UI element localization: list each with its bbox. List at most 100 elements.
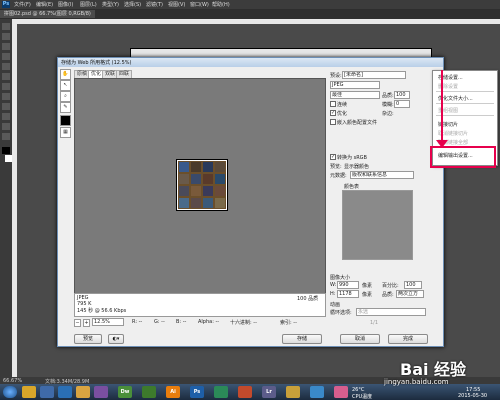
move-tool-icon[interactable] [2, 23, 10, 30]
width-input[interactable]: 990 [337, 281, 359, 289]
loop-select[interactable]: 永远 [356, 308, 426, 316]
zoom-tool-icon[interactable] [2, 133, 10, 140]
browser-select[interactable]: ◐▾ [108, 334, 124, 344]
thumbnail-tile [202, 173, 214, 185]
crop-tool-icon[interactable] [2, 53, 10, 60]
preset-label: 预设: [330, 73, 342, 79]
save-button[interactable]: 存储 [282, 334, 322, 344]
app-icon[interactable] [334, 386, 348, 398]
eyedropper-tool-icon[interactable]: ✎ [60, 102, 71, 113]
view-tabs: 原稿 优化 双联 四联 [74, 70, 324, 79]
menu-image[interactable]: 图像(I) [58, 1, 73, 8]
width-unit: 像素 [362, 283, 373, 289]
dialog-tools: ✋ ↖ ⌕ ✎ ▦ [60, 69, 71, 138]
start-button[interactable] [3, 386, 17, 398]
app-icon[interactable] [310, 386, 324, 398]
qq-icon[interactable] [22, 386, 36, 398]
dreamweaver-icon[interactable]: Dw [118, 386, 132, 398]
menu-help[interactable]: 帮助(H) [212, 1, 230, 8]
frame-counter: 1/1 [370, 320, 379, 326]
stamp-tool-icon[interactable] [2, 73, 10, 80]
thumbnail-tile [178, 173, 190, 185]
height-input[interactable]: 1178 [337, 290, 359, 298]
app-icon[interactable] [214, 386, 228, 398]
embed-profile-checkbox[interactable] [330, 119, 336, 125]
quality-input[interactable]: 100 [394, 91, 410, 99]
menu-edit[interactable]: 编辑(E) [36, 1, 53, 8]
height-label: H: [330, 291, 336, 297]
menu-window[interactable]: 窗口(W) [190, 1, 209, 8]
type-tool-icon[interactable] [2, 113, 10, 120]
preview-thumbnail [176, 159, 228, 211]
brush-tool-icon[interactable] [2, 63, 10, 70]
illustrator-icon[interactable]: Ai [166, 386, 180, 398]
dialog-titlebar[interactable]: 存储为 Web 所用格式 (12.5%) [58, 58, 443, 67]
quality-mode-select[interactable]: 最佳 [330, 91, 380, 99]
readout-index: 索引: -- [280, 320, 297, 326]
preview-button[interactable]: 预览 [74, 334, 102, 344]
foreground-color-swatch[interactable] [2, 147, 10, 154]
color-table[interactable] [342, 190, 413, 260]
progressive-checkbox[interactable] [330, 101, 336, 107]
hand-tool-icon[interactable] [2, 123, 10, 130]
menu-type[interactable]: 类型(Y) [102, 1, 119, 8]
slice-select-tool-icon[interactable]: ↖ [60, 80, 71, 91]
eyedropper-color-swatch[interactable] [60, 115, 71, 126]
app-icon[interactable] [286, 386, 300, 398]
progressive-label: 连续 [337, 102, 348, 108]
eraser-tool-icon[interactable] [2, 83, 10, 90]
thumbnail-tile [190, 161, 202, 173]
optimized-label: 优化 [337, 111, 348, 117]
folder-icon[interactable] [76, 386, 90, 398]
info-download-time: 145 秒 @ 56.6 Kbps [77, 308, 127, 314]
height-unit: 像素 [362, 292, 373, 298]
pen-tool-icon[interactable] [2, 103, 10, 110]
cancel-button[interactable]: 取消 [340, 334, 380, 344]
percent-input[interactable]: 100 [404, 281, 422, 289]
menu-layer[interactable]: 图层(L) [80, 1, 97, 8]
readout-g: G: -- [154, 319, 165, 325]
lightroom-icon[interactable]: Lr [262, 386, 276, 398]
preview-mode-value[interactable]: 显示器颜色 [344, 163, 369, 170]
convert-srgb-checkbox[interactable]: ✓ [330, 154, 336, 160]
menu-file[interactable]: 文件(F) [14, 1, 31, 8]
document-tab[interactable]: 拼图02.psd @ 66.7%(图层 0,RGB/8) [0, 10, 95, 18]
zoom-tool-icon[interactable]: ⌕ [60, 91, 71, 102]
zoom-select[interactable]: 12.5% [92, 318, 124, 326]
color-table-label: 颜色表 [344, 184, 360, 190]
browser-icon[interactable] [40, 386, 54, 398]
menu-filter[interactable]: 滤镜(T) [146, 1, 163, 8]
menu-select[interactable]: 选择(S) [124, 1, 141, 8]
gradient-tool-icon[interactable] [2, 93, 10, 100]
resample-select[interactable]: 两次立方 [396, 290, 424, 298]
thumbnail-tile [178, 161, 190, 173]
readout-b: B: -- [176, 319, 187, 325]
thumbnail-tile [214, 173, 226, 185]
format-select[interactable]: JPEG [330, 81, 380, 89]
readout-alpha: Alpha: -- [198, 319, 220, 325]
toggle-slices-icon[interactable]: ▦ [60, 127, 71, 138]
menu-view[interactable]: 视图(V) [168, 1, 185, 8]
photoshop-icon[interactable]: Ps [190, 386, 204, 398]
thumbnail-tile [178, 197, 190, 209]
menu-item-optimize-size[interactable]: 优化文件大小... [438, 95, 473, 102]
player-icon[interactable] [94, 386, 108, 398]
ie-icon[interactable] [58, 386, 72, 398]
optimized-checkbox[interactable]: ✓ [330, 110, 336, 116]
dialog-title: 存储为 Web 所用格式 (12.5%) [61, 60, 132, 66]
preset-select[interactable]: [未命名] [342, 71, 406, 79]
app-icon[interactable] [238, 386, 252, 398]
convert-srgb-label: 转换为 sRGB [337, 155, 367, 161]
app-icon[interactable] [142, 386, 156, 398]
watermark-text: Bai 经验 [400, 360, 467, 379]
hand-tool-icon[interactable]: ✋ [60, 69, 71, 80]
metadata-select[interactable]: 版权和联系信息 [350, 171, 414, 179]
zoom-out-icon[interactable]: − [74, 319, 81, 327]
preview-area[interactable] [74, 78, 326, 294]
marquee-tool-icon[interactable] [2, 33, 10, 40]
lasso-tool-icon[interactable] [2, 43, 10, 50]
photoshop-logo: Ps [2, 1, 10, 8]
zoom-in-icon[interactable]: + [83, 319, 90, 327]
done-button[interactable]: 完成 [388, 334, 428, 344]
blur-input[interactable]: 0 [394, 100, 410, 108]
